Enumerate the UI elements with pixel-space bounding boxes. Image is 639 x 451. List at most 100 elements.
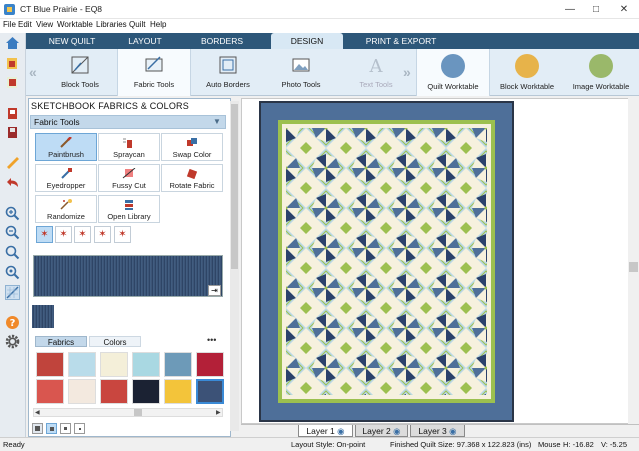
randomize-tool[interactable]: Randomize [35,195,97,223]
canvas-scrollbar-thumb[interactable] [629,262,638,272]
fabric-swatch[interactable] [68,379,96,404]
brush-mode-1-icon[interactable]: ✶ [36,226,53,243]
fabric-tools-section-label: Fabric Tools [34,117,80,127]
tab-new-quilt[interactable]: NEW QUILT [32,33,112,49]
fabric-swatch[interactable] [196,352,224,377]
layer-2-tab[interactable]: Layer 2 ◉ [355,425,408,437]
scroll-right-icon[interactable]: ▶ [216,409,221,416]
tab-colors[interactable]: Colors [89,336,141,347]
menu-quilt[interactable]: Quilt [129,20,145,29]
brush-mode-5-icon[interactable]: ✶ [114,226,131,243]
block-tools-icon [71,56,89,74]
fabric-swatch[interactable] [68,352,96,377]
ribbon-right-arrow-icon[interactable]: » [403,64,411,80]
text-tools-button[interactable]: A Text Tools [343,49,409,96]
fabric-tools-button[interactable]: Fabric Tools [117,49,191,96]
add-to-sketchbook-icon[interactable] [5,75,20,90]
tab-layout[interactable]: LAYOUT [112,33,178,49]
help-icon[interactable]: ? [5,315,20,330]
fussy-cut-icon [122,168,136,179]
status-mouse-label: Mouse [538,440,561,449]
layer-1-tab[interactable]: Layer 1 ◉ [298,425,353,437]
selected-fabric-swatch[interactable] [32,305,54,328]
brush-mode-4-icon[interactable]: ✶ [94,226,111,243]
fabric-swatch[interactable] [36,352,64,377]
layer-3-tab[interactable]: Layer 3 ◉ [410,425,465,437]
menu-libraries[interactable]: Libraries [96,20,127,29]
fabric-swatch[interactable] [196,379,224,404]
layer-1-eye-icon[interactable]: ◉ [337,426,344,436]
fabric-swatch[interactable] [132,379,160,404]
quilt-design[interactable] [259,101,514,422]
save-icon[interactable] [5,125,20,140]
collapse-chevron-icon[interactable]: ▼ [213,117,221,126]
block-worktable-button[interactable]: Block Worktable [494,49,560,96]
spraycan-tool[interactable]: Spraycan [98,133,160,161]
zoom-in-icon[interactable] [5,206,20,221]
canvas-vertical-scrollbar[interactable] [628,98,639,424]
tab-fabrics[interactable]: Fabrics [35,336,87,347]
photo-tools-button[interactable]: Photo Tools [268,49,334,96]
close-icon[interactable]: ✕ [611,1,637,18]
tab-print-export[interactable]: PRINT & EXPORT [352,33,450,49]
tab-design[interactable]: DESIGN [271,33,343,49]
fabric-swatch[interactable] [132,352,160,377]
minimize-icon[interactable]: — [557,1,583,18]
fabric-grid-scrollbar[interactable] [33,408,223,417]
settings-icon[interactable] [5,334,20,349]
rotate-fabric-tool[interactable]: Rotate Fabric [161,164,223,192]
eyedropper-tool[interactable]: Eyedropper [35,164,97,192]
ruler-icon[interactable] [5,155,20,170]
eyedropper-icon [61,168,72,179]
brush-mode-3-icon[interactable]: ✶ [74,226,91,243]
menu-view[interactable]: View [36,20,53,29]
print-icon[interactable] [5,106,20,121]
panel-scrollbar-thumb[interactable] [231,104,238,269]
fabric-swatch[interactable] [164,352,192,377]
open-library-tool[interactable]: Open Library [98,195,160,223]
graph-paper-icon[interactable] [5,285,20,300]
swatch-size-tiny-icon[interactable] [74,423,85,434]
menu-worktable[interactable]: Worktable [57,20,93,29]
swatch-size-medium-icon[interactable] [46,423,57,434]
undo-icon[interactable] [5,176,20,191]
auto-borders-button[interactable]: Auto Borders [195,49,261,96]
more-options-icon[interactable]: ••• [207,335,216,345]
paintbrush-icon [60,137,72,148]
home-icon[interactable] [5,35,20,50]
layer-3-label: Layer 3 [418,426,447,436]
image-worktable-label: Image Worktable [572,82,630,91]
menu-file[interactable]: File [3,20,16,29]
rotate-fabric-label: Rotate Fabric [169,181,215,190]
menu-edit[interactable]: Edit [18,20,32,29]
menu-help[interactable]: Help [150,20,166,29]
eyedropper-label: Eyedropper [46,181,86,190]
fabric-grid-scrollbar-thumb[interactable] [134,409,142,416]
paintbrush-tool[interactable]: Paintbrush [35,133,97,161]
layer-2-eye-icon[interactable]: ◉ [393,426,400,436]
ribbon-left-arrow-icon[interactable]: « [29,64,37,80]
expand-swatch-icon[interactable]: ⇥ [208,285,221,296]
maximize-icon[interactable]: □ [583,1,609,18]
fabric-swatch[interactable] [36,379,64,404]
scroll-left-icon[interactable]: ◀ [35,409,40,416]
quilt-worktable-button[interactable]: Quilt Worktable [416,49,490,96]
brush-mode-2-icon[interactable]: ✶ [55,226,72,243]
swap-color-tool[interactable]: Swap Color [161,133,223,161]
fabric-swatch[interactable] [100,379,128,404]
layer-3-eye-icon[interactable]: ◉ [449,426,456,436]
randomize-label: Randomize [47,212,85,221]
image-worktable-button[interactable]: Image Worktable [568,49,634,96]
zoom-out-icon[interactable] [5,225,20,240]
block-tools-button[interactable]: Block Tools [45,49,115,96]
text-tools-label: Text Tools [359,80,393,89]
fabric-swatch[interactable] [100,352,128,377]
fabric-swatch[interactable] [164,379,192,404]
swatch-size-small-icon[interactable] [60,423,71,434]
tab-borders[interactable]: BORDERS [178,33,266,49]
open-quilt-icon[interactable] [5,56,20,71]
refresh-view-icon[interactable] [5,265,20,280]
swatch-size-large-icon[interactable] [32,423,43,434]
fussy-cut-tool[interactable]: Fussy Cut [98,164,160,192]
zoom-to-fit-icon[interactable] [5,245,20,260]
